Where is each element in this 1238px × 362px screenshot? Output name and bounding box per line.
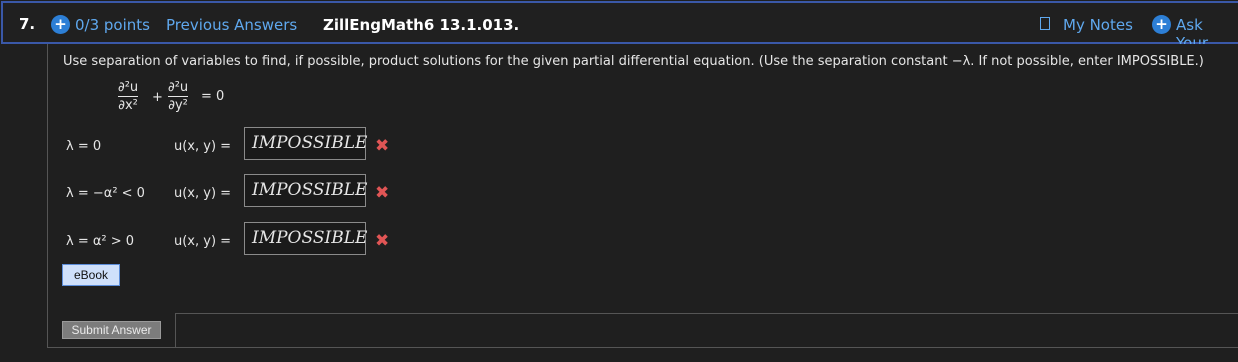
case-1-label: u(x, y) =	[174, 139, 232, 154]
case-3-label: u(x, y) =	[174, 234, 232, 249]
term1-denominator: ∂x²	[118, 98, 138, 113]
problem-id: ZillEngMath6 13.1.013.	[323, 16, 520, 34]
case-1-condition: λ = 0	[66, 139, 102, 154]
equation-term2: ∂²u ∂y²	[168, 80, 189, 113]
term1-numerator: ∂²u	[118, 80, 139, 95]
term2-numerator: ∂²u	[168, 80, 189, 95]
question-number: 7.	[19, 15, 36, 33]
divider	[175, 313, 1238, 314]
equation-term1: ∂²u ∂x²	[118, 80, 139, 113]
incorrect-x-icon: ✖	[375, 136, 390, 156]
case-2-label: u(x, y) =	[174, 186, 232, 201]
my-notes-link[interactable]: My Notes	[1063, 16, 1133, 34]
question-header: 7. + 0/3 points Previous Answers ZillEng…	[1, 1, 1238, 52]
divider	[175, 313, 176, 348]
notes-icon[interactable]	[1040, 17, 1050, 30]
ebook-button[interactable]: eBook	[62, 264, 120, 286]
case-2-answer-input[interactable]: IMPOSSIBLE	[244, 174, 367, 207]
case-3-answer-input[interactable]: IMPOSSIBLE	[244, 222, 367, 255]
incorrect-x-icon: ✖	[375, 231, 390, 251]
ask-plus-icon[interactable]: +	[1152, 15, 1171, 34]
case-2-condition: λ = −α² < 0	[66, 186, 145, 201]
incorrect-x-icon: ✖	[375, 183, 390, 203]
case-1-answer-input[interactable]: IMPOSSIBLE	[244, 127, 367, 160]
previous-answers-link[interactable]: Previous Answers	[166, 16, 297, 34]
points-link[interactable]: 0/3 points	[75, 16, 150, 34]
case-3-condition: λ = α² > 0	[66, 234, 135, 249]
submit-answer-button[interactable]: Submit Answer	[62, 321, 161, 339]
question-prompt: Use separation of variables to find, if …	[63, 54, 1204, 69]
equation-rhs: = 0	[201, 89, 225, 104]
expand-points-icon[interactable]: +	[51, 15, 70, 34]
term2-denominator: ∂y²	[168, 98, 188, 113]
equation-plus: +	[152, 90, 163, 105]
